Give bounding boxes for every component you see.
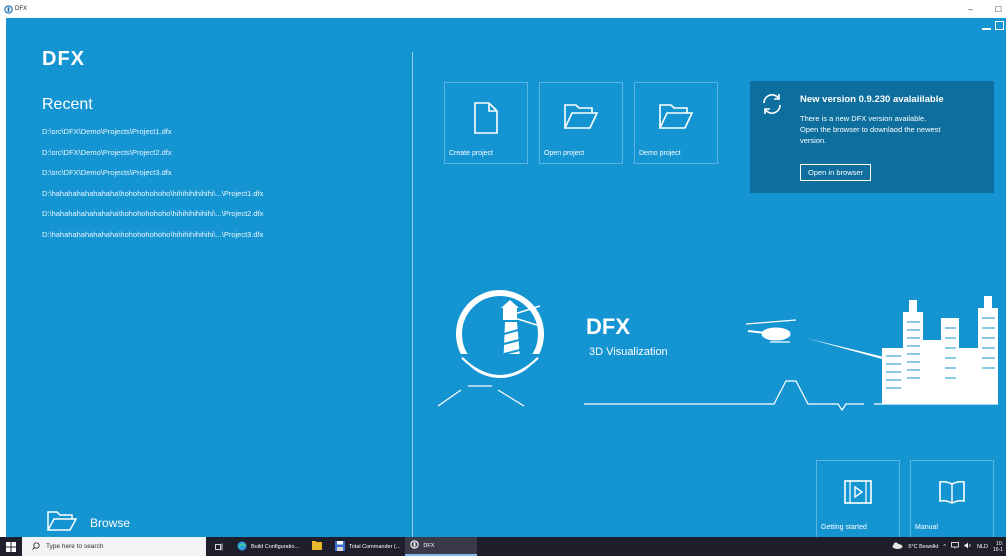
taskbar-app-label: Build Configuratio... [251,543,299,550]
windows-taskbar: Type here to search Build Configuratio..… [0,537,1006,556]
book-icon [911,479,993,505]
taskbar-app-total-commander[interactable]: Total Commander (... [330,537,405,556]
search-placeholder: Type here to search [46,543,104,550]
window-controls: – ☐ [968,0,1002,18]
logo-subtitle: 3D Visualization [589,346,668,358]
taskbar-app-build-config[interactable]: Build Configuratio... [232,537,304,556]
weather-cloud-icon[interactable] [892,542,903,551]
clock-date: 16-1 [992,546,1003,553]
floppy-disk-icon [335,540,345,553]
video-play-icon [817,479,899,505]
taskbar-app-dfx[interactable]: DFX [405,537,478,556]
helicopter [745,319,797,343]
getting-started-label: Getting started [821,524,867,531]
edge-browser-icon [237,541,247,553]
dfx-start-screen: DFX Recent D:\src\DFX\Demo\Projects\Proj… [6,18,1006,537]
dfx-app-icon [3,4,13,14]
language-indicator[interactable]: NLD [977,544,988,550]
getting-started-tile[interactable]: Getting started [816,460,900,537]
taskbar-file-explorer[interactable] [304,537,330,556]
windows-logo-icon [6,541,16,552]
maximize-button[interactable]: ☐ [995,5,1002,14]
logo-title: DFX [586,314,630,339]
window-title: DFX [15,6,27,12]
file-explorer-icon [312,541,322,552]
taskbar-app-label: Total Commander (... [349,543,401,550]
task-view-button[interactable] [206,537,232,556]
taskbar-app-label: DFX [423,542,435,549]
window-titlebar: DFX – ☐ [0,0,1006,18]
manual-tile[interactable]: Manual [910,460,994,537]
taskbar-search-box[interactable]: Type here to search [22,537,206,556]
minimize-button[interactable]: – [968,5,972,14]
start-button[interactable] [0,537,22,556]
weather-text[interactable]: 5°C Bewolkt [908,544,938,550]
taskbar-clock[interactable]: 10: 16-1 [993,541,1003,553]
manual-label: Manual [915,524,938,531]
chevron-up-icon[interactable]: ^ [943,544,946,550]
system-tray: 5°C Bewolkt ^ NLD 10: 16-1 [892,541,1006,553]
dfx-app-icon [410,540,420,551]
lighthouse-logo [456,290,544,378]
volume-icon[interactable] [964,542,972,551]
search-icon [32,541,40,552]
task-view-icon [214,543,222,550]
network-icon[interactable] [951,542,959,551]
